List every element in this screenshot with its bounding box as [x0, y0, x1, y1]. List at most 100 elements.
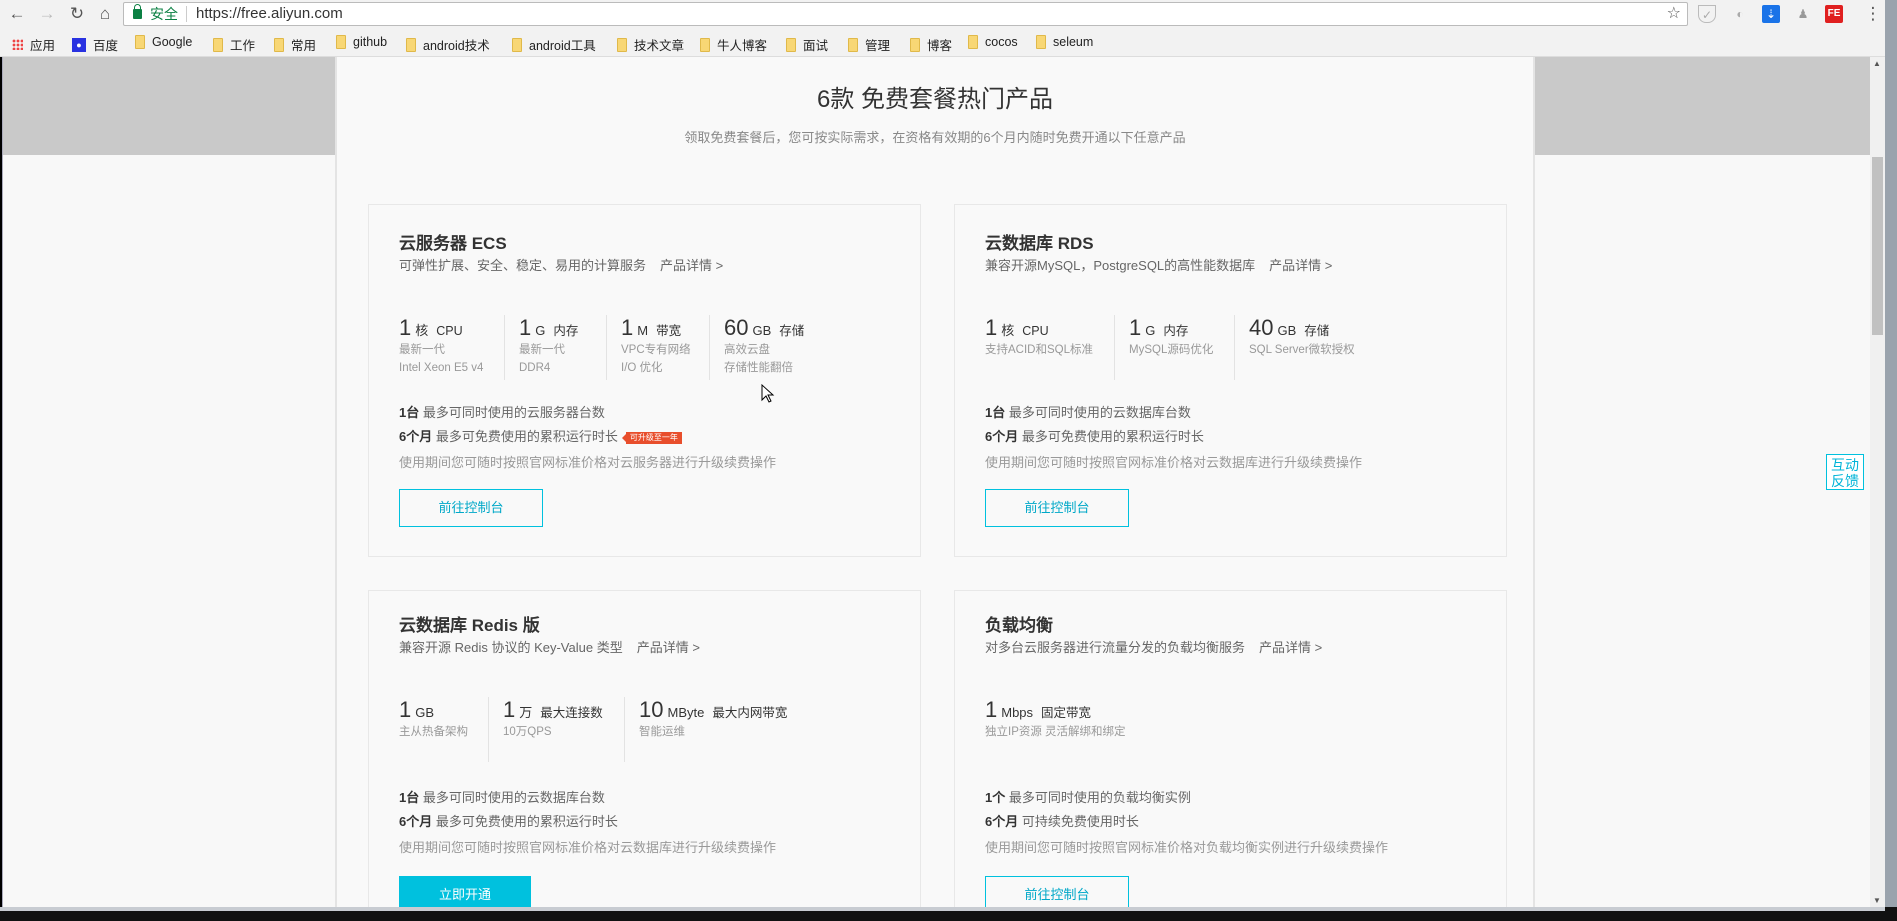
feedback-button[interactable]: 互动 反馈 [1826, 454, 1864, 490]
bookmark-folder[interactable]: 常用 [274, 35, 316, 54]
product-card-slb: 负载均衡 对多台云服务器进行流量分发的负载均衡服务 产品详情 > 1 Mbps 固定带… [954, 590, 1507, 907]
lock-icon [133, 4, 142, 19]
address-bar[interactable]: 安全 https://free.aliyun.com ☆ [123, 2, 1688, 26]
folder-icon [786, 37, 796, 52]
go-to-console-button[interactable]: 前往控制台 [399, 489, 543, 527]
reload-icon[interactable]: ↻ [66, 3, 88, 25]
spec-num: 1 [985, 697, 998, 722]
spec-label: 固定带宽 [1041, 706, 1092, 720]
bookmarks-bar: 应用 ● 百度 Google 工作 常用 github android技术 and… [0, 29, 1897, 57]
bookmark-folder[interactable]: android工具 [512, 35, 596, 54]
card-terms: 1台 最多可同时使用的云数据库台数 6个月 最多可免费使用的累积运行时长 使用期… [985, 401, 1362, 475]
bookmark-folder[interactable]: android技术 [406, 35, 490, 54]
spec-list: 1 核 CPU 支持ACID和SQL标准 1 G 内存 MySQL源码优化 40 GB 存储 SQ… [985, 315, 1403, 380]
card-title: 云数据库 RDS [985, 234, 1094, 253]
term-line: 1个 最多可同时使用的负载均衡实例 [985, 786, 1388, 810]
product-detail-link[interactable]: 产品详情 > [660, 258, 723, 273]
folder-icon [910, 37, 920, 52]
term-bold: 6个月 [399, 814, 433, 829]
circle-extension-icon[interactable]: ◐ [1731, 5, 1749, 23]
bookmark-folder[interactable]: 牛人博客 [700, 35, 767, 54]
product-detail-link[interactable]: 产品详情 > [1259, 640, 1322, 655]
spec-sub: 高效云盘 [724, 344, 770, 356]
spec-unit: MByte [667, 705, 705, 720]
menu-icon[interactable]: ⋮ [1862, 3, 1884, 25]
bookmark-folder[interactable]: 工作 [213, 35, 255, 54]
bookmark-label: github [353, 35, 388, 49]
bookmark-folder[interactable]: 博客 [910, 35, 952, 54]
scrollbar-thumb[interactable] [1872, 157, 1883, 335]
spec-item: 1 Mbps 固定带宽 独立IP资源 灵活解绑和绑定 [985, 697, 1185, 762]
bookmark-folder[interactable]: 技术文章 [617, 35, 684, 54]
spec-label: CPU [436, 324, 463, 338]
go-to-console-button[interactable]: 前往控制台 [985, 876, 1129, 907]
term-text: 最多可同时使用的负载均衡实例 [1008, 790, 1191, 805]
spec-label: CPU [1022, 324, 1049, 338]
page-viewport: 6款 免费套餐热门产品 领取免费套餐后，您可按实际需求，在资格有效期的6个月内随… [2, 57, 1870, 907]
term-note: 使用期间您可随时按照官网标准价格对云数据库进行升级续费操作 [985, 455, 1363, 470]
bookmark-folder[interactable]: 面试 [786, 35, 828, 54]
product-card-ecs: 云服务器 ECS 可弹性扩展、安全、稳定、易用的计算服务 产品详情 > 1 核 CPU… [368, 204, 921, 557]
shield-extension-icon[interactable]: ✓ [1698, 5, 1716, 23]
spec-label: 最大连接数 [540, 706, 603, 720]
spec-list: 1 GB 主从热备架构 1 万最大连接数 10万QPS 10 MByte 最大内网带宽 智能运… [399, 697, 833, 762]
product-detail-link[interactable]: 产品详情 > [637, 640, 700, 655]
bookmark-folder[interactable]: seleum [1036, 35, 1093, 49]
spec-label: 存储 [779, 324, 805, 338]
upgrade-badge: 可升级至一年 [621, 431, 682, 444]
download-extension-icon[interactable]: ⇣ [1762, 5, 1780, 23]
scroll-down-icon[interactable]: ▼ [1873, 896, 1881, 905]
spec-num: 1 [621, 315, 634, 340]
folder-icon [406, 37, 416, 52]
bookmark-folder[interactable]: github [336, 35, 387, 49]
go-to-console-button[interactable]: 前往控制台 [985, 489, 1129, 527]
spec-unit: 核 [415, 323, 429, 338]
spec-unit: Mbps [1001, 705, 1034, 720]
term-text: 最多可同时使用的云数据库台数 [422, 790, 605, 805]
product-card-rds: 云数据库 RDS 兼容开源MySQL，PostgreSQL的高性能数据库 产品详情… [954, 204, 1507, 557]
page-title: 6款 免费套餐热门产品 [816, 86, 1053, 113]
spec-label: 存储 [1304, 324, 1330, 338]
card-terms: 1台 最多可同时使用的云服务器台数 6个月 最多可免费使用的累积运行时长 可升级至… [399, 401, 776, 475]
spec-unit: GB [415, 705, 435, 720]
url-text[interactable]: https://free.aliyun.com [196, 3, 343, 25]
spec-sub: I/O 优化 [621, 362, 663, 374]
fe-extension-icon[interactable]: FE [1825, 5, 1843, 23]
spec-sub: DDR4 [519, 362, 551, 374]
spec-num: 1 [399, 315, 412, 340]
term-bold: 6个月 [985, 429, 1019, 444]
vertical-scrollbar[interactable]: ▲ ▼ [1870, 57, 1885, 907]
product-detail-link[interactable]: 产品详情 > [1269, 258, 1332, 273]
folder-icon [274, 37, 284, 52]
forward-icon[interactable]: → [36, 3, 58, 25]
products-panel: 6款 免费套餐热门产品 领取免费套餐后，您可按实际需求，在资格有效期的6个月内随… [335, 57, 1535, 907]
card-title: 负载均衡 [985, 616, 1053, 635]
activate-now-button[interactable]: 立即开通 [399, 876, 531, 907]
bookmark-label: 管理 [865, 39, 891, 53]
bookmark-folder[interactable]: 管理 [848, 35, 890, 54]
card-title: 云数据库 Redis 版 [399, 616, 540, 635]
bookmark-label: cocos [985, 35, 1018, 49]
term-bold: 1台 [399, 790, 420, 805]
bookmark-folder[interactable]: cocos [968, 35, 1018, 49]
term-bold: 1台 [399, 405, 420, 420]
spec-num: 1 [503, 697, 516, 722]
scroll-up-icon[interactable]: ▲ [1873, 59, 1881, 68]
spec-item: 1 G 内存 MySQL源码优化 [1129, 315, 1235, 380]
spec-unit: G [1145, 323, 1156, 338]
bookmark-apps[interactable]: 应用 [12, 35, 55, 54]
term-text: 最多可同时使用的云服务器台数 [422, 405, 605, 420]
home-icon[interactable]: ⌂ [94, 3, 116, 25]
card-desc-text: 对多台云服务器进行流量分发的负载均衡服务 [985, 640, 1246, 655]
figure-extension-icon[interactable]: ♟ [1794, 5, 1812, 23]
bookmark-folder[interactable]: Google [135, 35, 192, 49]
back-icon[interactable]: ← [6, 3, 28, 25]
spec-num: 1 [399, 697, 412, 722]
bookmark-baidu[interactable]: ● 百度 [72, 35, 118, 54]
bookmark-star-icon[interactable]: ☆ [1667, 3, 1681, 25]
spec-unit: M [637, 323, 649, 338]
spec-item: 1 M 带宽 VPC专有网络 I/O 优化 [621, 315, 710, 380]
term-bold: 6个月 [985, 814, 1019, 829]
folder-icon [135, 35, 145, 49]
spec-label: 带宽 [656, 324, 682, 338]
